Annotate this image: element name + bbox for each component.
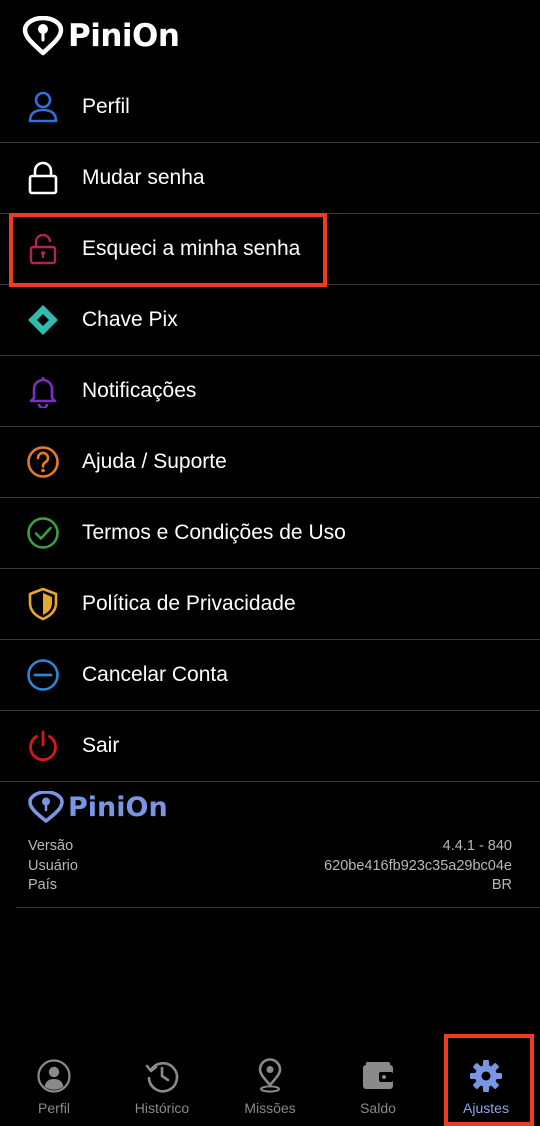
menu-item-label: Cancelar Conta	[82, 663, 228, 686]
nav-label: Saldo	[360, 1100, 396, 1116]
wallet-icon	[360, 1058, 396, 1094]
power-icon	[26, 729, 60, 763]
nav-label: Missões	[244, 1100, 296, 1116]
user-value: 620be416fb923c35a29bc04e	[324, 857, 512, 874]
nav-item-missoes[interactable]: Missões	[216, 1044, 324, 1126]
menu-item-esqueci-senha[interactable]: Esqueci a minha senha	[0, 213, 540, 287]
bell-icon	[26, 374, 60, 408]
menu-item-label: Política de Privacidade	[82, 592, 296, 615]
menu-item-mudar-senha[interactable]: Mudar senha	[0, 143, 540, 214]
menu-item-privacidade[interactable]: Política de Privacidade	[0, 569, 540, 640]
minus-circle-icon	[26, 658, 60, 692]
nav-label: Perfil	[38, 1100, 70, 1116]
info-row-version: Versão 4.4.1 - 840	[28, 837, 512, 857]
menu-item-perfil[interactable]: Perfil	[0, 72, 540, 143]
nav-item-historico[interactable]: Histórico	[108, 1044, 216, 1126]
app-info: Versão 4.4.1 - 840 Usuário 620be416fb923…	[28, 837, 512, 896]
menu-item-label: Perfil	[82, 95, 130, 118]
app-header: PiniOn	[22, 14, 180, 58]
nav-label: Histórico	[134, 1100, 190, 1116]
bottom-navigation: Perfil Histórico Missões Saldo Ajustes	[0, 1034, 540, 1126]
nav-item-saldo[interactable]: Saldo	[324, 1044, 432, 1126]
unlock-icon	[26, 232, 60, 266]
menu-item-ajuda-suporte[interactable]: Ajuda / Suporte	[0, 427, 540, 498]
menu-item-label: Ajuda / Suporte	[82, 450, 227, 473]
country-label: País	[28, 877, 58, 893]
shield-icon	[26, 587, 60, 621]
pix-icon	[26, 303, 60, 337]
user-label: Usuário	[28, 857, 78, 874]
about-logo-text: PiniOn	[68, 791, 168, 823]
menu-item-label: Notificações	[82, 379, 197, 402]
version-label: Versão	[28, 838, 74, 854]
menu-item-label: Sair	[82, 734, 120, 757]
map-pin-icon	[252, 1058, 288, 1094]
version-value: 4.4.1 - 840	[442, 838, 512, 854]
info-row-country: País BR	[28, 876, 512, 896]
nav-item-ajustes[interactable]: Ajustes	[432, 1044, 540, 1126]
menu-item-label: Chave Pix	[82, 308, 178, 331]
lock-icon	[26, 161, 60, 195]
help-icon	[26, 445, 60, 479]
settings-menu: Perfil Mudar senha Esqueci a minha senha…	[0, 72, 540, 782]
gear-icon	[468, 1058, 504, 1094]
app-logo-text: PiniOn	[68, 18, 180, 54]
menu-item-termos[interactable]: Termos e Condições de Uso	[0, 498, 540, 569]
menu-item-chave-pix[interactable]: Chave Pix	[0, 285, 540, 356]
profile-icon	[36, 1058, 72, 1094]
pinion-logo-icon	[22, 16, 64, 56]
divider	[16, 907, 540, 908]
pinion-logo-icon	[28, 791, 64, 823]
menu-item-label: Esqueci a minha senha	[82, 237, 301, 260]
menu-item-label: Termos e Condições de Uso	[82, 521, 346, 544]
country-value: BR	[491, 877, 512, 893]
person-icon	[26, 90, 60, 124]
menu-item-cancelar-conta[interactable]: Cancelar Conta	[0, 640, 540, 711]
menu-item-sair[interactable]: Sair	[0, 711, 540, 782]
about-logo: PiniOn	[26, 791, 168, 823]
info-row-user: Usuário 620be416fb923c35a29bc04e	[28, 857, 512, 877]
menu-item-notificacoes[interactable]: Notificações	[0, 356, 540, 427]
nav-label: Ajustes	[463, 1100, 509, 1116]
nav-item-perfil[interactable]: Perfil	[0, 1044, 108, 1126]
check-circle-icon	[26, 516, 60, 550]
history-icon	[144, 1058, 180, 1094]
menu-item-label: Mudar senha	[82, 166, 205, 189]
